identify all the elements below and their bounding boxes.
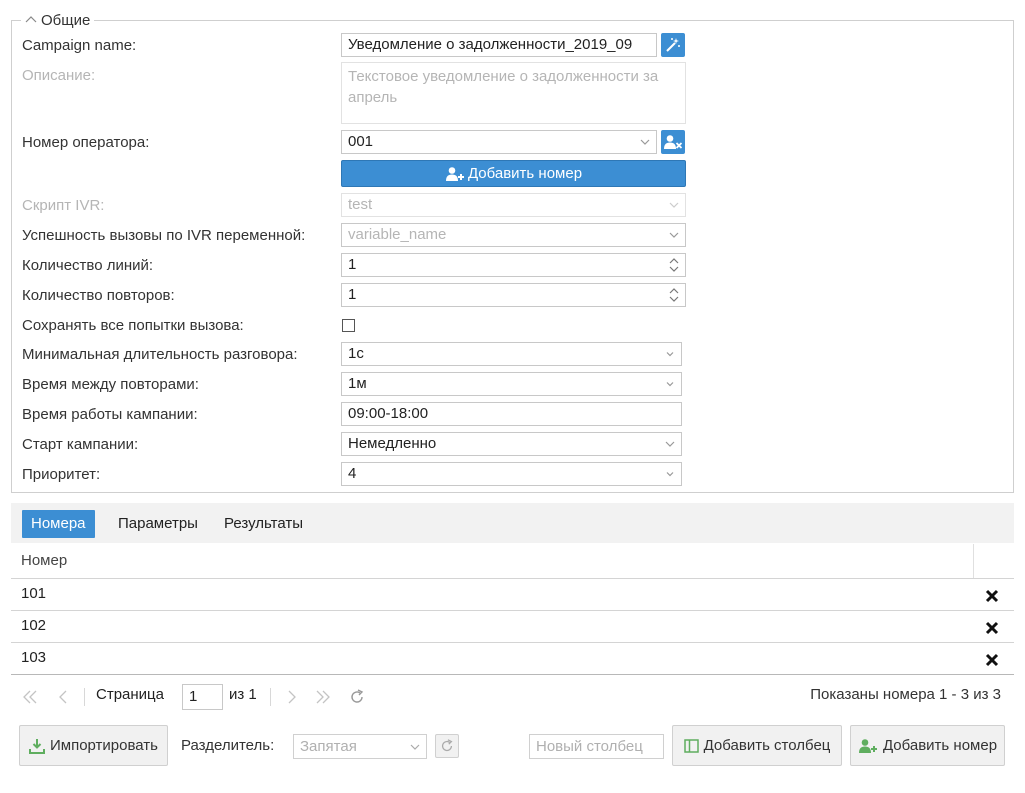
ivr-script-select: test: [341, 193, 686, 217]
campaign-start-value: Немедленно: [348, 435, 437, 452]
page-total-label: из 1: [229, 686, 257, 703]
min-duration-select[interactable]: 1с: [341, 342, 682, 366]
table-column-icon: [683, 738, 699, 753]
user-add-icon: [445, 166, 464, 181]
group-title: Общие: [41, 11, 91, 29]
page-input[interactable]: 1: [182, 684, 223, 710]
table-row[interactable]: 101: [11, 579, 1014, 611]
chevron-down-icon: [666, 472, 674, 477]
tab-numbers[interactable]: Номера: [22, 510, 95, 538]
chevron-up-icon: [25, 16, 37, 23]
chevron-down-icon: [665, 441, 675, 447]
row-number-value: 103: [21, 649, 47, 666]
retry-interval-select[interactable]: 1м: [341, 372, 682, 396]
separator-value: Запятая: [300, 738, 357, 755]
save-attempts-checkbox[interactable]: [342, 319, 355, 332]
ivr-success-value: variable_name: [348, 226, 447, 243]
ivr-success-select[interactable]: variable_name: [341, 223, 686, 247]
chevron-down-icon: [666, 352, 674, 357]
campaign-name-label: Campaign name:: [22, 37, 137, 54]
prev-page-icon[interactable]: [54, 688, 72, 706]
refresh-icon[interactable]: [348, 688, 366, 706]
grid-header: Номер: [11, 544, 1014, 579]
add-number-label: Добавить номер: [882, 737, 998, 754]
separator-select[interactable]: Запятая: [293, 734, 427, 759]
add-operator-number-label: Добавить номер: [467, 165, 583, 182]
add-operator-number-button[interactable]: Добавить номер: [341, 160, 686, 187]
chevron-down-icon: [410, 744, 420, 750]
chevron-down-icon: [669, 232, 679, 238]
chevron-down-icon: [666, 382, 674, 387]
priority-select[interactable]: 4: [341, 462, 682, 486]
tab-bar: Номера Параметры Результаты: [11, 503, 1014, 543]
tab-parameters[interactable]: Параметры: [118, 510, 198, 538]
description-textarea[interactable]: Текстовое уведомление о задолженности за…: [341, 62, 686, 124]
min-duration-label: Минимальная длительность разговора:: [22, 346, 298, 363]
refresh-icon: [441, 739, 453, 752]
operator-number-select[interactable]: 001: [341, 130, 657, 154]
next-page-icon[interactable]: [283, 688, 301, 706]
work-time-input[interactable]: 09:00-18:00: [341, 402, 682, 426]
operator-number-label: Номер оператора:: [22, 134, 150, 151]
add-column-button[interactable]: Добавить столбец: [672, 725, 842, 766]
save-attempts-label: Сохранять все попытки вызова:: [22, 317, 244, 334]
user-add-icon: [858, 738, 877, 753]
row-number-value: 101: [21, 585, 47, 602]
tab-results[interactable]: Результаты: [224, 510, 303, 538]
lines-count-stepper[interactable]: 1: [341, 253, 686, 277]
work-time-label: Время работы кампании:: [22, 406, 198, 423]
chevron-down-icon: [640, 139, 650, 145]
magic-wand-icon: [666, 38, 680, 52]
lines-count-label: Количество линий:: [22, 257, 154, 274]
user-remove-icon: [664, 135, 683, 149]
table-row[interactable]: 103: [11, 643, 1014, 675]
column-divider: [973, 544, 974, 578]
import-button[interactable]: Импортировать: [19, 725, 168, 766]
add-column-label: Добавить столбец: [703, 737, 831, 754]
retry-interval-value: 1м: [348, 375, 367, 392]
pager-divider: [84, 688, 85, 706]
retry-interval-label: Время между повторами:: [22, 376, 199, 393]
campaign-name-input[interactable]: Уведомление о задолженности_2019_09: [341, 33, 657, 57]
separator-refresh-button[interactable]: [435, 734, 459, 758]
column-header-number[interactable]: Номер: [21, 552, 67, 569]
retries-count-value: 1: [348, 286, 357, 303]
import-icon: [28, 738, 45, 754]
table-row[interactable]: 102: [11, 611, 1014, 643]
group-legend[interactable]: Общие: [21, 10, 95, 30]
close-icon[interactable]: [984, 620, 1000, 636]
chevron-down-icon: [669, 202, 679, 208]
description-label: Описание:: [22, 67, 96, 84]
pager-divider: [270, 688, 271, 706]
operator-number-value: 001: [348, 133, 374, 150]
separator-label: Разделитель:: [181, 737, 275, 754]
import-label: Импортировать: [49, 737, 158, 754]
close-icon[interactable]: [984, 652, 1000, 668]
remove-operator-button[interactable]: [661, 130, 685, 154]
row-number-value: 102: [21, 617, 47, 634]
page-label: Страница: [96, 686, 164, 703]
priority-label: Приоритет:: [22, 466, 101, 483]
ivr-script-label: Скрипт IVR:: [22, 197, 105, 214]
ivr-script-value: test: [348, 196, 373, 213]
new-column-input[interactable]: Новый столбец: [529, 734, 664, 759]
retries-count-label: Количество повторов:: [22, 287, 175, 304]
campaign-start-select[interactable]: Немедленно: [341, 432, 682, 456]
ivr-success-label: Успешность вызовы по IVR переменной:: [22, 227, 306, 244]
min-duration-value: 1с: [348, 345, 364, 362]
close-icon[interactable]: [984, 588, 1000, 604]
first-page-icon[interactable]: [21, 688, 39, 706]
campaign-start-label: Старт кампании:: [22, 436, 139, 453]
spinner-icon[interactable]: [669, 257, 679, 273]
last-page-icon[interactable]: [314, 688, 332, 706]
spinner-icon[interactable]: [669, 287, 679, 303]
generate-name-button[interactable]: [661, 33, 685, 57]
pager-summary: Показаны номера 1 - 3 из 3: [810, 686, 1001, 703]
lines-count-value: 1: [348, 256, 357, 273]
retries-count-stepper[interactable]: 1: [341, 283, 686, 307]
priority-value: 4: [348, 465, 357, 482]
add-number-button[interactable]: Добавить номер: [850, 725, 1005, 766]
